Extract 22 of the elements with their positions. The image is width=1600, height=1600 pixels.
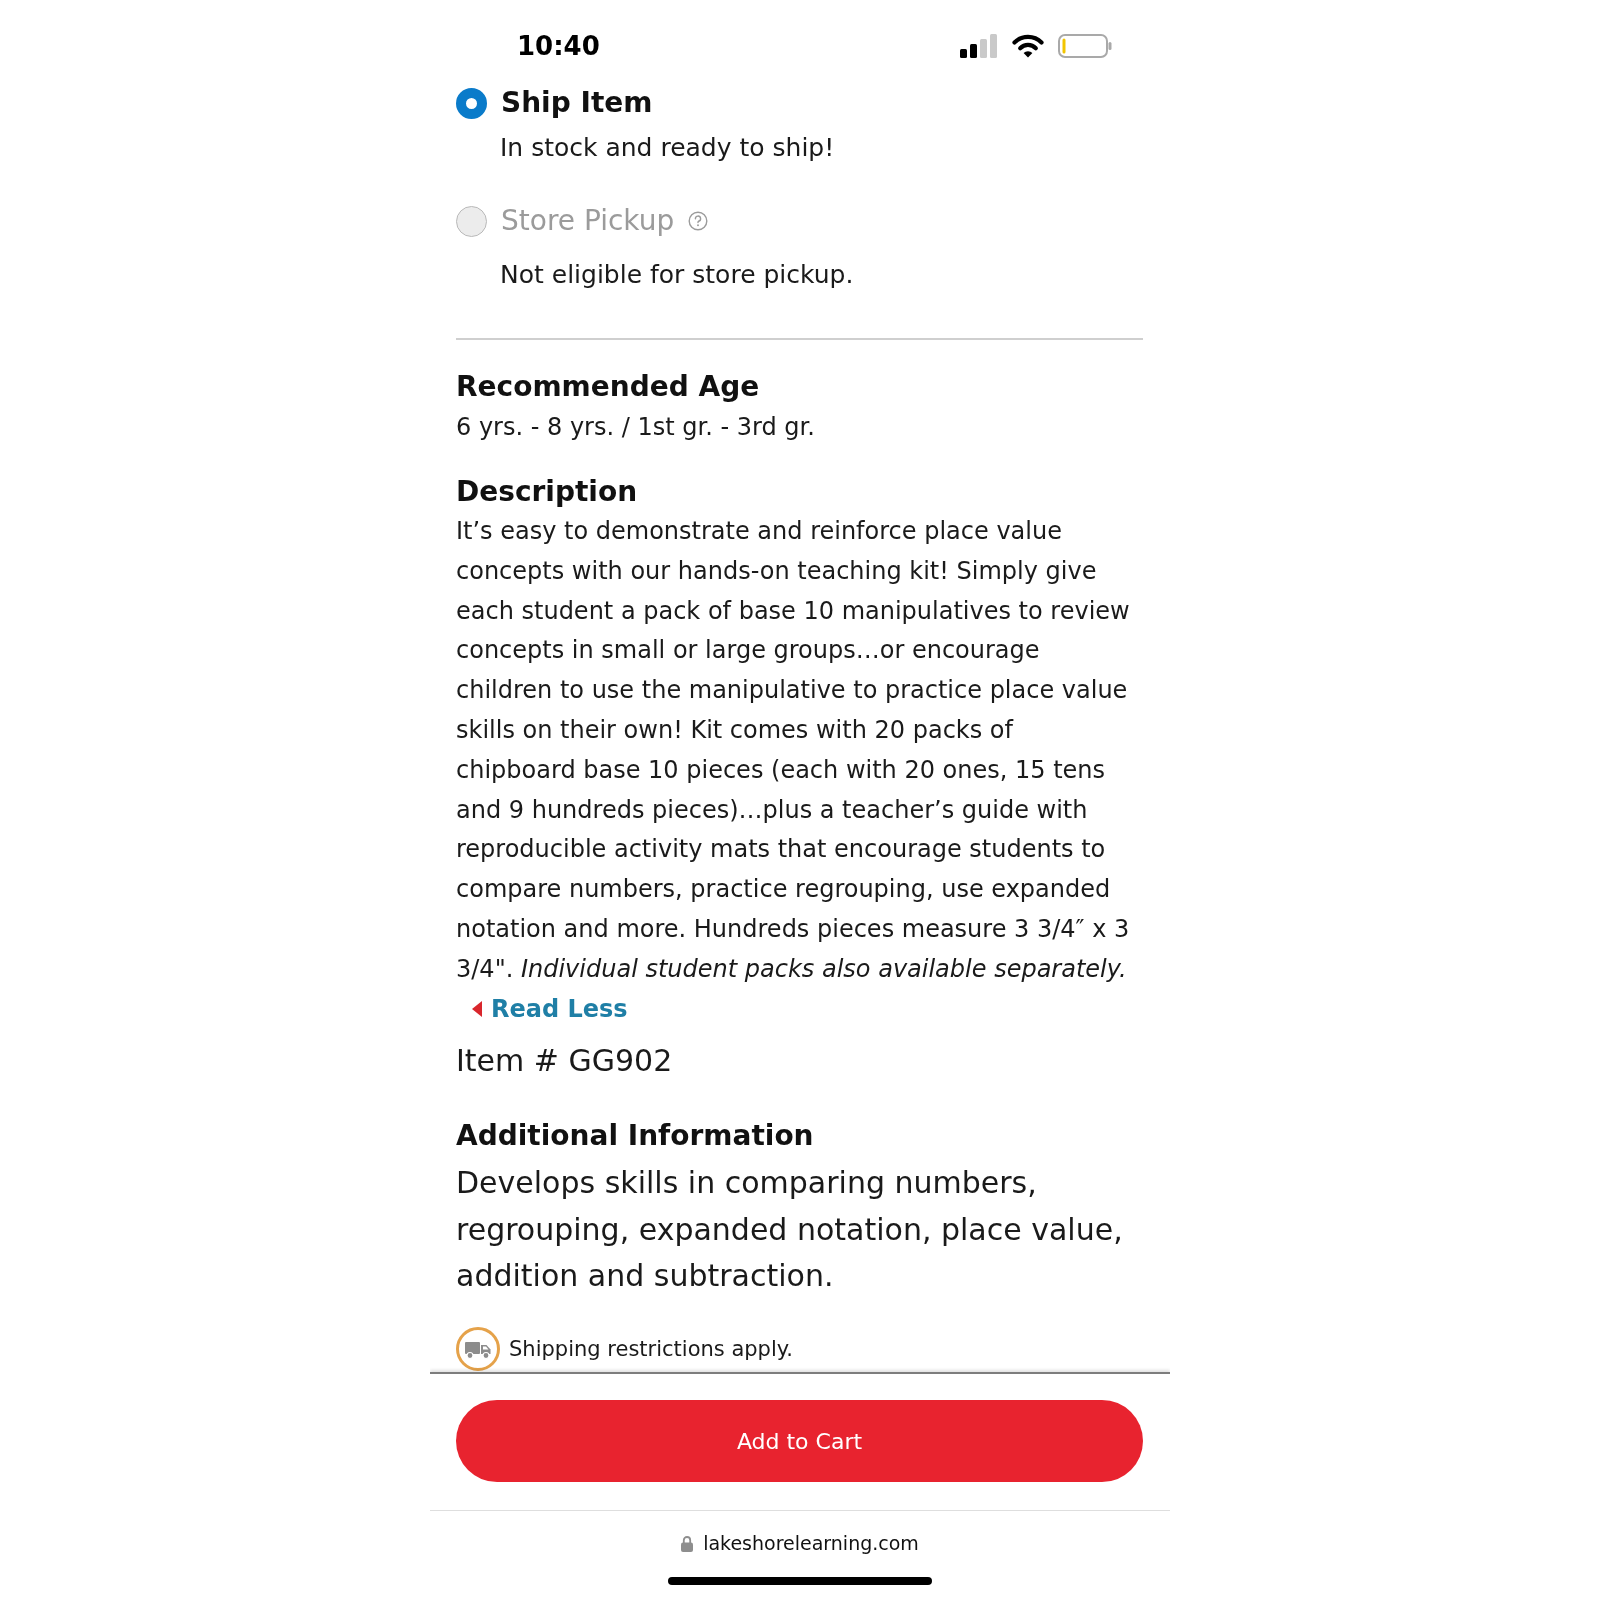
add-to-cart-button[interactable]: Add to Cart	[456, 1400, 1143, 1482]
option-label[interactable]: Ship Item	[501, 86, 653, 120]
option-note: Not eligible for store pickup.	[500, 260, 855, 290]
additional-info-text: Develops skills in comparing numbers, regrouping, expanded notation, place value, addition and subtraction.	[456, 1164, 1124, 1296]
caret-icon	[472, 1001, 482, 1018]
wifi-icon	[1011, 34, 1045, 58]
option-note: In stock and ready to ship!	[500, 133, 836, 163]
battery-icon	[1058, 34, 1112, 58]
signal-icon	[960, 34, 998, 58]
url-text[interactable]: lakeshorelearning.com	[703, 1532, 919, 1554]
truck-icon	[456, 1327, 500, 1371]
item-number: Item # GG902	[456, 1043, 674, 1080]
status-time: 10:40	[517, 30, 600, 62]
read-less-link[interactable]: Read Less	[472, 989, 628, 1030]
age-range-text: 6 yrs. - 8 yrs. / 1st gr. - 3rd gr.	[456, 412, 816, 442]
section-heading: Description	[456, 475, 639, 509]
radio-button[interactable]	[456, 87, 487, 119]
section-heading: Recommended Age	[456, 370, 761, 404]
lock-icon	[681, 1534, 694, 1552]
shipping-notice-text: Shipping restrictions apply.	[509, 1337, 793, 1361]
section-heading: Additional Information	[456, 1119, 815, 1154]
description-text: It’s easy to demonstrate and reinforce place value concepts with our hands-on teaching kit! Simply give each student a pack of base 10 manipulatives to review concepts in small or large groups…or encourage children to use the manipulative to practice place value skills on their own! Kit comes with 20 packs of chipboard base 10 pieces (each with 20 ones, 15 tens and 9 hundreds pieces)…plus a teacher’s guide with reproducible activity mats that encourage students to compare numbers, practice regrouping, use expanded notation and more. Hundreds pieces measure 3 3/4″ x 3 3/4". Individual student packs also available separately. Read Less	[456, 512, 1143, 1031]
